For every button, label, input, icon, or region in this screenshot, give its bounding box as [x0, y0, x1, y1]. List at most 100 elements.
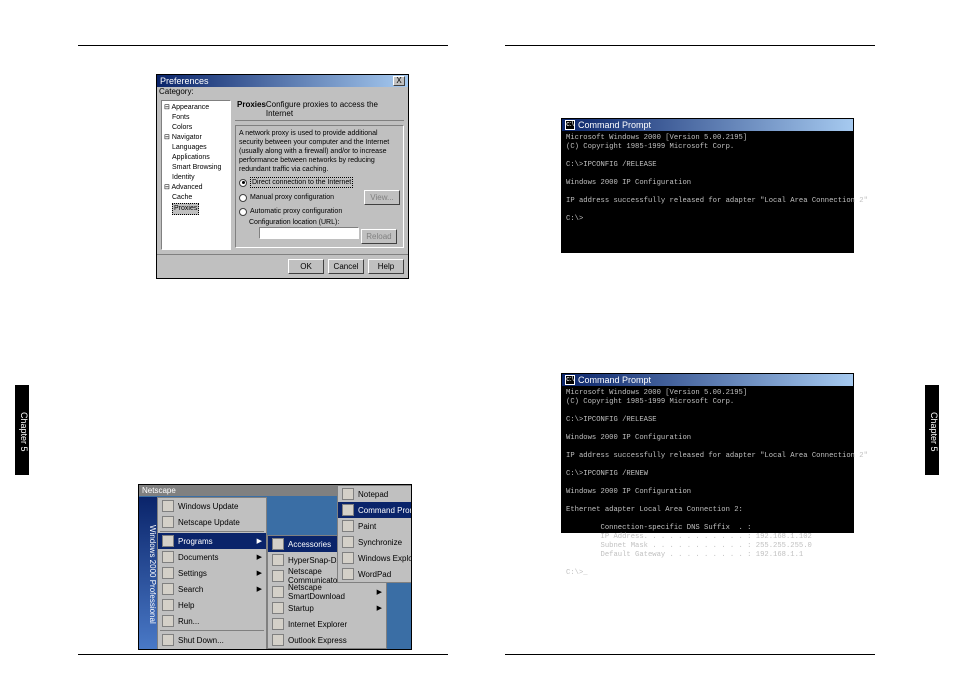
chevron-right-icon: ▶	[377, 588, 382, 596]
config-url-label: Configuration location (URL):	[249, 219, 339, 226]
view-button[interactable]: View...	[364, 190, 400, 205]
chevron-right-icon: ▶	[257, 537, 262, 545]
mi-ie[interactable]: Internet Explorer	[268, 616, 386, 632]
folder-icon	[272, 554, 284, 566]
radio-direct[interactable]	[239, 179, 247, 187]
tree-cache[interactable]: Cache	[164, 193, 228, 203]
mi-command-prompt[interactable]: Command Prompt	[338, 502, 412, 518]
radio-manual[interactable]	[239, 194, 247, 202]
cmd1-titlebar: c:\ Command Prompt	[562, 119, 853, 131]
folder-icon	[272, 570, 284, 582]
paint-icon	[342, 520, 354, 532]
tree-appearance[interactable]: ⊟ Appearance	[164, 103, 228, 113]
folder-icon	[272, 538, 284, 550]
cmd1-body: Microsoft Windows 2000 [Version 5.00.219…	[562, 131, 853, 227]
radio-auto[interactable]	[239, 208, 247, 216]
tree-navigator[interactable]: ⊟ Navigator	[164, 133, 228, 143]
cmd-icon: c:\	[565, 375, 575, 385]
start-column-main: Windows Update Netscape Update Programs▶…	[157, 497, 267, 650]
tree-proxies[interactable]: Proxies	[164, 203, 228, 215]
documents-icon	[162, 551, 174, 563]
rule-top-right	[505, 45, 875, 46]
proxy-groupbox: A network proxy is used to provide addit…	[235, 125, 404, 248]
mi-paint[interactable]: Paint	[338, 518, 412, 534]
sync-icon	[342, 536, 354, 548]
mi-search[interactable]: Search▶	[158, 581, 266, 597]
run-icon	[162, 615, 174, 627]
folder-icon	[272, 602, 284, 614]
cmd-icon	[342, 504, 354, 516]
folder-icon	[272, 586, 284, 598]
help-icon	[162, 599, 174, 611]
separator	[160, 630, 264, 631]
globe-icon	[162, 500, 174, 512]
tree-colors[interactable]: Colors	[164, 123, 228, 133]
tree-languages[interactable]: Languages	[164, 143, 228, 153]
cancel-button[interactable]: Cancel	[328, 259, 364, 274]
ie-icon	[272, 618, 284, 630]
radio-direct-label: Direct connection to the Internet	[250, 177, 353, 188]
cmd-icon: c:\	[565, 120, 575, 130]
rule-top-left	[78, 45, 448, 46]
start-menu-screenshot: Netscape Windows 2000 Professional Windo…	[138, 484, 412, 650]
mi-wordpad[interactable]: WordPad	[338, 566, 412, 582]
panel-subtitle: Configure proxies to access the Internet	[266, 100, 402, 118]
cmd2-titlebar: c:\ Command Prompt	[562, 374, 853, 386]
mi-startup[interactable]: Startup▶	[268, 600, 386, 616]
shutdown-icon	[162, 634, 174, 646]
config-url-input[interactable]	[259, 227, 359, 239]
chapter-tab-right: Chapter 5	[925, 385, 939, 475]
settings-icon	[162, 567, 174, 579]
proxy-desc: A network proxy is used to provide addit…	[239, 129, 400, 174]
category-label: Category:	[157, 87, 408, 96]
chevron-right-icon: ▶	[257, 569, 262, 577]
mi-notepad[interactable]: Notepad	[338, 486, 412, 502]
radio-manual-label: Manual proxy configuration	[250, 193, 334, 202]
proxies-panel: Proxies Configure proxies to access the …	[235, 100, 404, 250]
chevron-right-icon: ▶	[377, 604, 382, 612]
reload-button[interactable]: Reload	[361, 229, 397, 244]
panel-title: Proxies	[237, 100, 266, 118]
cmd2-title: Command Prompt	[578, 375, 651, 385]
mi-settings[interactable]: Settings▶	[158, 565, 266, 581]
mi-documents[interactable]: Documents▶	[158, 549, 266, 565]
mi-run[interactable]: Run...	[158, 613, 266, 629]
preferences-window: Preferences X Category: ⊟ Appearance Fon…	[156, 74, 409, 279]
mi-netscape-sd[interactable]: Netscape SmartDownload▶	[268, 584, 386, 600]
preferences-title: Preferences	[160, 76, 209, 86]
ok-button[interactable]: OK	[288, 259, 324, 274]
tree-smart[interactable]: Smart Browsing	[164, 163, 228, 173]
search-icon	[162, 583, 174, 595]
start-column-accessories: Notepad Command Prompt Paint Synchronize…	[337, 485, 412, 583]
mi-win-explorer[interactable]: Windows Explorer	[338, 550, 412, 566]
chevron-right-icon: ▶	[257, 553, 262, 561]
notepad-icon	[342, 488, 354, 500]
mi-sync[interactable]: Synchronize	[338, 534, 412, 550]
tree-applications[interactable]: Applications	[164, 153, 228, 163]
tree-fonts[interactable]: Fonts	[164, 113, 228, 123]
cmd1-title: Command Prompt	[578, 120, 651, 130]
mi-shutdown[interactable]: Shut Down...	[158, 632, 266, 648]
mi-oe[interactable]: Outlook Express	[268, 632, 386, 648]
mi-windows-update[interactable]: Windows Update	[158, 498, 266, 514]
radio-auto-label: Automatic proxy configuration	[250, 207, 342, 216]
command-prompt-1: c:\ Command Prompt Microsoft Windows 200…	[561, 118, 854, 253]
chevron-right-icon: ▶	[257, 585, 262, 593]
explorer-icon	[342, 552, 354, 564]
command-prompt-2: c:\ Command Prompt Microsoft Windows 200…	[561, 373, 854, 533]
close-icon[interactable]: X	[393, 76, 405, 86]
help-button[interactable]: Help	[368, 259, 404, 274]
tree-advanced[interactable]: ⊟ Advanced	[164, 183, 228, 193]
tree-identity[interactable]: Identity	[164, 173, 228, 183]
programs-icon	[162, 535, 174, 547]
mail-icon	[272, 634, 284, 646]
separator	[160, 531, 264, 532]
category-tree[interactable]: ⊟ Appearance Fonts Colors ⊟ Navigator La…	[161, 100, 231, 250]
mi-programs[interactable]: Programs▶	[158, 533, 266, 549]
rule-bot-right	[505, 654, 875, 655]
chapter-tab-left: Chapter 5	[15, 385, 29, 475]
mi-netscape-update[interactable]: Netscape Update	[158, 514, 266, 530]
preferences-titlebar: Preferences X	[157, 75, 408, 87]
cmd2-body: Microsoft Windows 2000 [Version 5.00.219…	[562, 386, 853, 581]
mi-help[interactable]: Help	[158, 597, 266, 613]
